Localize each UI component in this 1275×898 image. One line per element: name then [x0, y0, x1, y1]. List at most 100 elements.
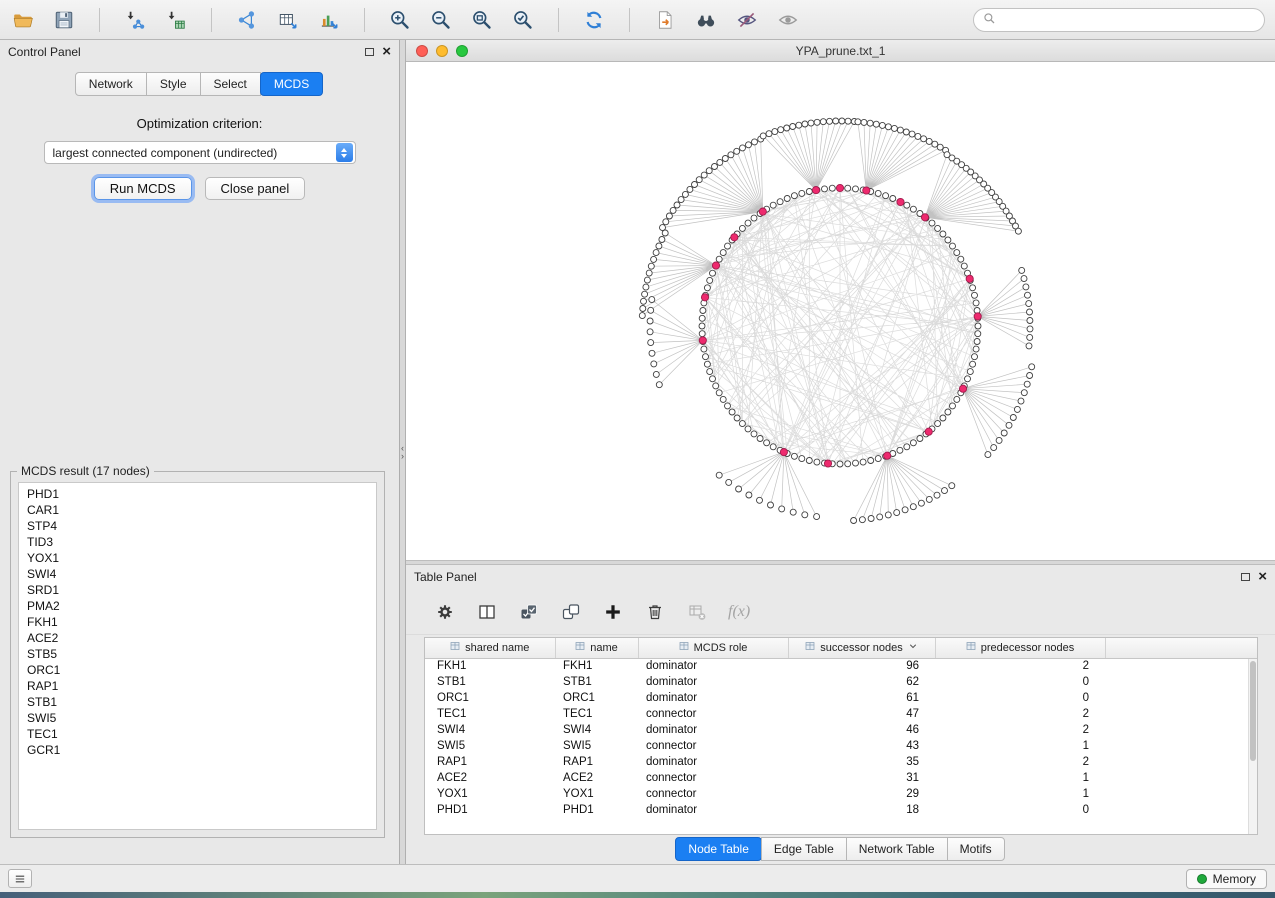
table-scrollbar-thumb[interactable]	[1250, 661, 1256, 761]
new-table-icon[interactable]	[275, 7, 301, 33]
table-row[interactable]: ACE2ACE2connector311	[425, 770, 1257, 786]
select-all-icon[interactable]	[518, 601, 540, 623]
tab-motifs[interactable]: Motifs	[947, 837, 1005, 861]
table-row[interactable]: ORC1ORC1dominator610	[425, 690, 1257, 706]
memory-button[interactable]: Memory	[1186, 869, 1267, 889]
function-builder-icon[interactable]: f(x)	[728, 603, 750, 621]
hide-details-icon[interactable]	[734, 7, 760, 33]
table-scrollbar[interactable]	[1248, 659, 1257, 834]
import-table-icon[interactable]	[163, 7, 189, 33]
mcds-result-item[interactable]: TEC1	[19, 726, 376, 742]
mcds-result-item[interactable]: TID3	[19, 534, 376, 550]
show-details-icon[interactable]	[775, 7, 801, 33]
zoom-in-icon[interactable]	[387, 7, 413, 33]
tab-style[interactable]: Style	[146, 72, 201, 96]
column-header-MCDS-role[interactable]: MCDS role	[638, 638, 788, 658]
cell: SWI5	[425, 738, 555, 754]
table-row[interactable]: TEC1TEC1connector472	[425, 706, 1257, 722]
open-file-icon[interactable]	[10, 7, 36, 33]
optimization-criterion-select[interactable]: largest connected component (undirected)	[44, 141, 356, 164]
show-columns-icon[interactable]	[476, 601, 498, 623]
control-panel-header: Control Panel ×	[0, 40, 399, 64]
table-row[interactable]: SWI5SWI5connector431	[425, 738, 1257, 754]
import-network-icon[interactable]	[122, 7, 148, 33]
column-header-shared-name[interactable]: shared name	[425, 638, 555, 658]
search-field[interactable]	[973, 8, 1265, 32]
mcds-result-item[interactable]: PHD1	[19, 486, 376, 502]
mcds-result-item[interactable]: STB5	[19, 646, 376, 662]
mcds-result-item[interactable]: SWI5	[19, 710, 376, 726]
close-panel-button[interactable]: Close panel	[205, 177, 306, 200]
zoom-selected-icon[interactable]	[510, 7, 536, 33]
tab-edge-table[interactable]: Edge Table	[761, 837, 847, 861]
application-window: Control Panel × NetworkStyleSelectMCDS O…	[0, 0, 1275, 898]
node-table: shared namenameMCDS rolesuccessor nodesp…	[425, 638, 1257, 818]
deselect-all-icon[interactable]	[560, 601, 582, 623]
cell: PHD1	[555, 802, 638, 818]
mcds-result-item[interactable]: STB1	[19, 694, 376, 710]
column-header-filler	[1105, 638, 1257, 658]
cell: connector	[638, 706, 788, 722]
table-row[interactable]: FKH1FKH1dominator962	[425, 658, 1257, 674]
cell: dominator	[638, 722, 788, 738]
network-graph[interactable]	[406, 62, 1275, 559]
delete-row-icon[interactable]	[644, 601, 666, 623]
mcds-result-item[interactable]: CAR1	[19, 502, 376, 518]
mcds-result-item[interactable]: YOX1	[19, 550, 376, 566]
cell: dominator	[638, 658, 788, 674]
column-header-successor-nodes[interactable]: successor nodes	[788, 638, 935, 658]
new-chart-icon[interactable]	[316, 7, 342, 33]
column-menu-icon[interactable]	[908, 641, 918, 654]
tab-node-table[interactable]: Node Table	[675, 837, 762, 861]
zoom-out-icon[interactable]	[428, 7, 454, 33]
run-mcds-button[interactable]: Run MCDS	[94, 177, 192, 200]
mcds-result-item[interactable]: SRD1	[19, 582, 376, 598]
mcds-result-item[interactable]: STP4	[19, 518, 376, 534]
mcds-result-item[interactable]: GCR1	[19, 742, 376, 758]
mcds-result-item[interactable]: FKH1	[19, 614, 376, 630]
add-row-icon[interactable]	[602, 601, 624, 623]
close-table-panel-icon[interactable]: ×	[1258, 572, 1267, 582]
tab-select[interactable]: Select	[200, 72, 261, 96]
tab-mcds[interactable]: MCDS	[260, 72, 323, 96]
mcds-result-item[interactable]: RAP1	[19, 678, 376, 694]
table-row[interactable]: PHD1PHD1dominator180	[425, 802, 1257, 818]
cell: connector	[638, 786, 788, 802]
search-network-icon[interactable]	[693, 7, 719, 33]
float-panel-icon[interactable]	[365, 48, 374, 56]
clear-all-icon[interactable]	[686, 601, 708, 623]
mcds-result-item[interactable]: SWI4	[19, 566, 376, 582]
column-header-name[interactable]: name	[555, 638, 638, 658]
mcds-result-item[interactable]: ACE2	[19, 630, 376, 646]
float-table-panel-icon[interactable]	[1241, 573, 1250, 581]
cell-filler	[1105, 722, 1257, 738]
tab-network[interactable]: Network	[75, 72, 147, 96]
table-row[interactable]: RAP1RAP1dominator352	[425, 754, 1257, 770]
tab-network-table[interactable]: Network Table	[846, 837, 948, 861]
mcds-result-item[interactable]: PMA2	[19, 598, 376, 614]
settings-icon[interactable]	[434, 601, 456, 623]
toolbar-separator	[99, 8, 100, 32]
save-session-icon[interactable]	[51, 7, 77, 33]
mcds-result-item[interactable]: ORC1	[19, 662, 376, 678]
new-network-icon[interactable]	[234, 7, 260, 33]
export-network-icon[interactable]	[652, 7, 678, 33]
cell: 2	[935, 754, 1105, 770]
network-canvas[interactable]	[406, 62, 1275, 559]
column-grid-icon	[966, 641, 976, 654]
close-panel-icon[interactable]: ×	[382, 47, 391, 57]
table-row[interactable]: STB1STB1dominator620	[425, 674, 1257, 690]
cell: 2	[935, 706, 1105, 722]
cell: STB1	[555, 674, 638, 690]
table-row[interactable]: YOX1YOX1connector291	[425, 786, 1257, 802]
refresh-icon[interactable]	[581, 7, 607, 33]
mcds-buttons-row: Run MCDS Close panel	[0, 177, 399, 200]
search-input[interactable]	[1002, 13, 1256, 27]
panel-menu-button[interactable]	[8, 869, 32, 888]
control-panel-title: Control Panel	[8, 45, 81, 59]
column-header-predecessor-nodes[interactable]: predecessor nodes	[935, 638, 1105, 658]
search-icon	[982, 11, 997, 29]
cell: 1	[935, 770, 1105, 786]
zoom-fit-icon[interactable]	[469, 7, 495, 33]
table-row[interactable]: SWI4SWI4dominator462	[425, 722, 1257, 738]
